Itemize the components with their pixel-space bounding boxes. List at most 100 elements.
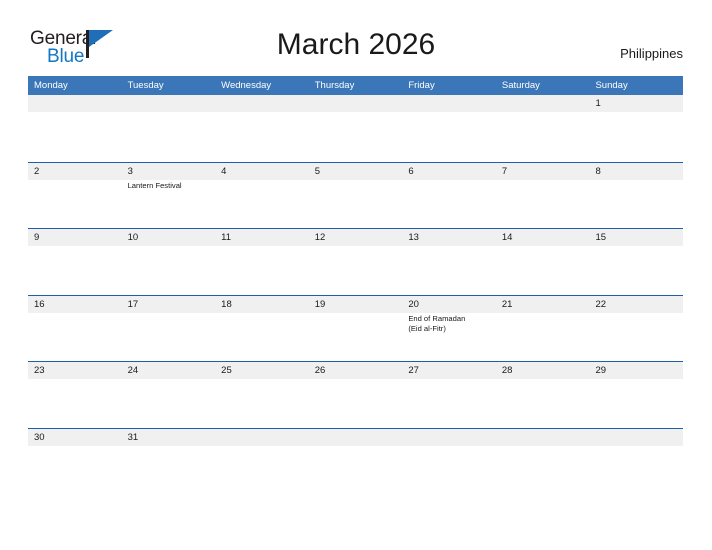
event-cell	[309, 313, 403, 361]
event-cell	[496, 313, 590, 361]
event-cell	[496, 180, 590, 228]
event-cell	[589, 180, 683, 228]
weekday-wednesday: Wednesday	[221, 80, 272, 91]
date-cell[interactable]: 21	[496, 296, 590, 313]
event-cell	[28, 112, 122, 160]
date-cell[interactable]: 3	[122, 163, 216, 180]
event-cell: Lantern Festival	[127, 180, 182, 190]
event-cell	[309, 246, 403, 294]
event-cell	[122, 379, 216, 427]
date-cell[interactable]: 28	[496, 362, 590, 379]
event-cell	[589, 446, 683, 494]
week-row: 16 17 18 19 20 21 22 End of Ramadan (Eid…	[28, 294, 683, 362]
date-cell[interactable]: 23	[28, 362, 122, 379]
event-band	[28, 379, 683, 427]
calendar-grid: Monday Tuesday Wednesday Thursday Friday…	[28, 76, 683, 494]
date-cell[interactable]	[28, 95, 122, 112]
date-cell[interactable]: 25	[215, 362, 309, 379]
date-cell[interactable]: 6	[402, 163, 496, 180]
date-cell[interactable]: 22	[589, 296, 683, 313]
date-cell[interactable]: 8	[589, 163, 683, 180]
date-cell[interactable]: 13	[402, 229, 496, 246]
week-row: 1	[28, 95, 683, 162]
weekday-thursday: Thursday	[314, 80, 355, 91]
date-cell[interactable]: 19	[309, 296, 403, 313]
week-row: 23 24 25 26 27 28 29	[28, 361, 683, 428]
date-cell[interactable]	[309, 95, 403, 112]
event-cell	[28, 379, 122, 427]
date-cell[interactable]: 14	[496, 229, 590, 246]
event-cell	[215, 112, 309, 160]
event-cell	[402, 446, 496, 494]
event-cell	[309, 112, 403, 160]
weekday-tuesday: Tuesday	[127, 80, 164, 91]
date-cell[interactable]: 1	[589, 95, 683, 112]
event-cell	[496, 446, 590, 494]
date-cell[interactable]: 11	[215, 229, 309, 246]
event-cell	[309, 180, 403, 228]
event-cell	[402, 379, 496, 427]
event-cell	[122, 246, 216, 294]
event-band	[28, 112, 683, 160]
event-cell	[28, 446, 122, 494]
event-cell	[589, 112, 683, 160]
date-cell[interactable]: 16	[28, 296, 122, 313]
date-cell[interactable]: 27	[402, 362, 496, 379]
page-title: March 2026	[276, 28, 436, 61]
weekday-monday: Monday	[34, 80, 68, 91]
event-cell	[589, 246, 683, 294]
event-cell	[122, 112, 216, 160]
date-band: 2 3 4 5 6 7 8	[28, 162, 683, 180]
event-cell	[28, 180, 122, 228]
event-cell	[215, 313, 309, 361]
weekday-header-row: Monday Tuesday Wednesday Thursday Friday…	[28, 76, 683, 95]
event-cell	[589, 313, 683, 361]
date-cell[interactable]: 17	[122, 296, 216, 313]
event-cell	[122, 313, 216, 361]
date-cell[interactable]: 26	[309, 362, 403, 379]
date-cell[interactable]	[122, 95, 216, 112]
event-cell	[496, 246, 590, 294]
weekday-sunday: Sunday	[595, 80, 628, 91]
event-cell	[28, 246, 122, 294]
date-cell[interactable]	[402, 429, 496, 446]
date-cell[interactable]: 10	[122, 229, 216, 246]
weekday-friday: Friday	[408, 80, 435, 91]
event-cell	[28, 313, 122, 361]
date-cell[interactable]: 29	[589, 362, 683, 379]
event-band: Lantern Festival	[28, 179, 683, 228]
event-cell	[496, 379, 590, 427]
date-cell[interactable]: 7	[496, 163, 590, 180]
date-cell[interactable]	[496, 95, 590, 112]
date-cell[interactable]: 31	[122, 429, 216, 446]
date-band: 30 31	[28, 428, 683, 446]
date-cell[interactable]: 18	[215, 296, 309, 313]
country-label: Philippines	[620, 46, 683, 61]
date-cell[interactable]: 12	[309, 229, 403, 246]
date-cell[interactable]	[496, 429, 590, 446]
event-cell	[122, 446, 216, 494]
date-cell[interactable]	[215, 429, 309, 446]
event-cell	[215, 180, 309, 228]
date-cell[interactable]	[215, 95, 309, 112]
date-band: 16 17 18 19 20 21 22	[28, 295, 683, 313]
date-cell[interactable]: 20	[402, 296, 496, 313]
event-cell	[402, 246, 496, 294]
date-cell[interactable]: 30	[28, 429, 122, 446]
date-cell[interactable]	[589, 429, 683, 446]
date-cell[interactable]: 9	[28, 229, 122, 246]
event-cell	[215, 246, 309, 294]
date-band: 1	[28, 95, 683, 112]
event-cell	[215, 379, 309, 427]
week-row: 9 10 11 12 13 14 15	[28, 228, 683, 295]
date-cell[interactable]	[402, 95, 496, 112]
date-cell[interactable]: 24	[122, 362, 216, 379]
date-cell[interactable]: 5	[309, 163, 403, 180]
date-cell[interactable]: 2	[28, 163, 122, 180]
weekday-saturday: Saturday	[501, 80, 540, 91]
date-cell[interactable]	[309, 429, 403, 446]
date-cell[interactable]: 15	[589, 229, 683, 246]
date-cell[interactable]: 4	[215, 163, 309, 180]
week-row: 2 3 4 5 6 7 8 Lantern Festival	[28, 161, 683, 229]
event-cell: End of Ramadan (Eid al-Fitr)	[408, 313, 466, 334]
